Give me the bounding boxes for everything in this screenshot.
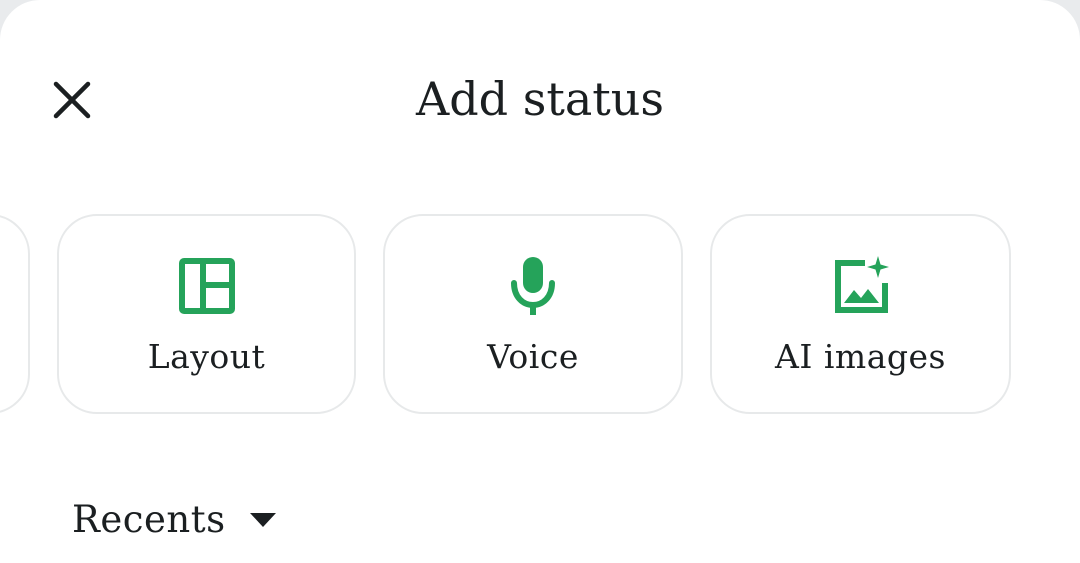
option-label-layout: Layout <box>147 337 266 376</box>
option-card-ai-images[interactable]: AI images <box>710 214 1011 414</box>
sheet-corner-right <box>1000 0 1080 80</box>
recents-dropdown[interactable]: Recents <box>72 494 278 546</box>
sheet-corner-left <box>0 0 80 80</box>
option-label-voice: Voice <box>487 337 579 376</box>
option-label-ai-images: AI images <box>775 337 946 376</box>
option-card-voice[interactable]: Voice <box>383 214 683 414</box>
layout-icon <box>175 254 239 318</box>
recents-label: Recents <box>72 498 226 541</box>
add-status-sheet: Add status Layout Voice AI images Recent… <box>0 0 1080 563</box>
page-title: Add status <box>416 72 664 126</box>
option-card-partial[interactable] <box>0 214 30 414</box>
caret-down-icon <box>248 510 278 530</box>
ai-image-sparkle-icon <box>829 254 893 318</box>
option-card-layout[interactable]: Layout <box>57 214 356 414</box>
microphone-icon <box>501 254 565 318</box>
